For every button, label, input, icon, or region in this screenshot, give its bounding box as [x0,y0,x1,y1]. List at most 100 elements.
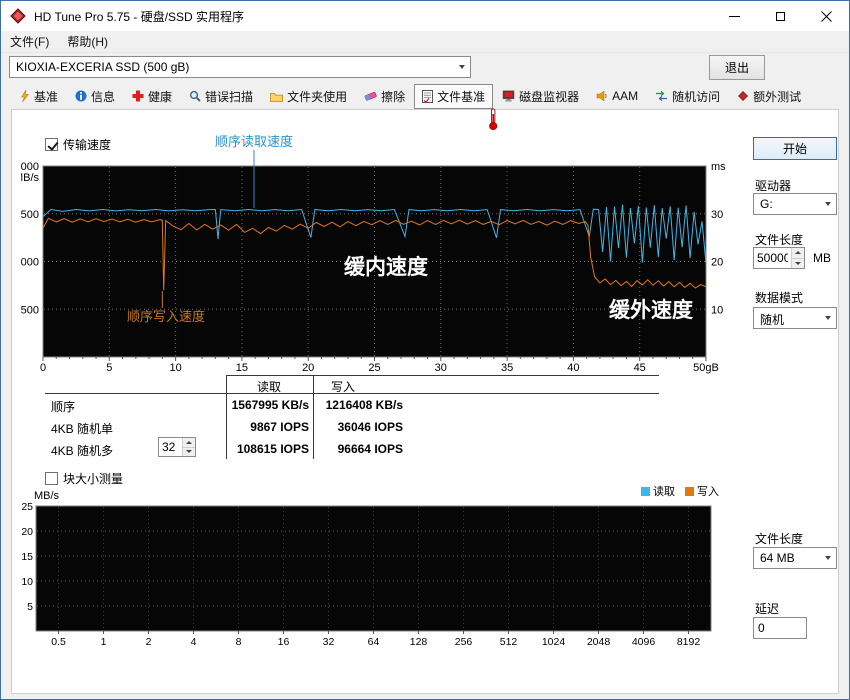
maximize-icon [775,11,785,21]
chevron-down-icon [819,308,836,328]
data-mode-value: 随机 [760,313,785,327]
file-length-label: 文件长度 [755,233,804,247]
latency-field[interactable] [753,617,807,639]
svg-text:20: 20 [711,257,723,269]
svg-text:8: 8 [236,636,242,648]
block-file-length-combo[interactable]: 64 MB [753,547,837,569]
legend-write: 写入 [685,483,719,499]
svg-text:35: 35 [501,362,513,374]
tab-folder-usage[interactable]: 文件夹使用 [262,84,355,109]
file-benchmark-icon [422,89,434,103]
menu-help[interactable]: 帮助(H) [58,30,117,53]
legend-write-swatch [685,486,694,496]
transfer-speed-checkbox[interactable]: 传输速度 [45,136,111,153]
spinner-buttons[interactable] [791,248,804,268]
tab-health[interactable]: 健康 [124,84,180,109]
svg-text:10: 10 [21,576,33,588]
svg-text:1: 1 [101,636,107,648]
tab-label: 文件夹使用 [287,89,348,104]
tab-label: 信息 [91,89,116,104]
svg-text:64: 64 [368,636,380,648]
legend-read-swatch [641,486,650,496]
spinner-buttons[interactable] [182,438,195,456]
svg-text:5: 5 [27,601,33,613]
data-mode-combo[interactable]: 随机 [753,307,837,329]
tab-random-access[interactable]: 随机访问 [647,84,728,109]
close-button[interactable] [803,1,849,31]
folder-icon [270,92,283,102]
menu-file[interactable]: 文件(F) [1,30,58,53]
svg-text:25: 25 [21,501,33,513]
random-access-icon [656,90,668,102]
tab-benchmark[interactable]: 基准 [11,84,66,109]
file-length-spinner[interactable] [753,247,805,269]
svg-text:40: 40 [567,362,579,374]
table-row-label: 4KB 随机单 [51,422,114,436]
drive-select-value: KIOXIA-EXCERIA SSD (500 gB) [16,60,190,74]
tab-error-scan[interactable]: 错误扫描 [181,84,261,109]
thermometer-icon [489,108,498,130]
svg-text:5: 5 [106,362,112,374]
latency-input[interactable] [754,618,806,638]
svg-text:30: 30 [435,362,447,374]
queue-depth-input[interactable] [159,438,182,456]
tab-label: 基准 [34,89,59,104]
extra-tests-icon [738,91,749,101]
svg-text:25: 25 [368,362,380,374]
svg-text:128: 128 [410,636,428,648]
speaker-icon [596,90,607,102]
data-mode-label: 数据模式 [755,291,804,305]
minimize-button[interactable] [711,1,757,31]
svg-text:ms: ms [711,161,726,173]
legend-read: 读取 [641,483,675,499]
drive-combo-value: G: [760,197,773,211]
svg-text:512: 512 [500,636,518,648]
benchmark-icon [21,90,30,102]
magnifier-icon [189,90,201,102]
app-icon [10,8,26,24]
app-window: HD Tune Pro 5.75 - 硬盘/SSD 实用程序 文件(F) 帮助(… [0,0,850,700]
svg-text:10: 10 [711,304,723,316]
drive-combo[interactable]: G: [753,193,837,215]
title-bar: HD Tune Pro 5.75 - 硬盘/SSD 实用程序 [1,1,849,31]
tab-file-benchmark[interactable]: 文件基准 [414,83,494,109]
tab-extra-tests[interactable]: 额外测试 [729,84,809,109]
close-icon [820,10,832,22]
start-button[interactable]: 开始 [753,137,837,160]
block-size-checkbox[interactable]: 块大小测量 [45,470,123,487]
monitor-icon [502,90,515,102]
svg-text:缓外速度: 缓外速度 [609,298,693,322]
table-row-label: 顺序 [51,400,76,414]
tab-info[interactable]: 信息 [67,84,123,109]
tab-erase[interactable]: 擦除 [356,84,413,109]
tab-disk-monitor[interactable]: 磁盘监视器 [494,84,587,109]
tab-label: 文件基准 [437,89,486,104]
tab-label: 额外测试 [753,89,802,104]
svg-text:1000: 1000 [21,257,39,269]
queue-depth-spinner[interactable] [158,437,196,457]
latency-label: 延迟 [755,602,780,616]
table-row-read: 108615 IOPS [236,442,309,456]
window-bottom-edge [1,694,849,699]
svg-text:8192: 8192 [677,636,701,648]
svg-text:MB/s: MB/s [21,172,39,184]
minimize-icon [728,15,740,17]
spin-up-icon [186,440,192,444]
maximize-button[interactable] [757,1,803,31]
table-row-read: 1567995 KB/s [231,398,309,412]
tab-label: 擦除 [381,89,406,104]
spin-down-icon [186,450,192,454]
drive-label: 驱动器 [755,179,792,193]
transfer-speed-chart: 05101520253035404550gB2000MB/s5001000150… [21,134,726,374]
svg-text:32: 32 [323,636,335,648]
svg-text:0.5: 0.5 [51,636,66,648]
svg-text:500: 500 [21,304,39,316]
exit-button[interactable]: 退出 [709,55,765,80]
file-length-input[interactable] [754,248,791,268]
drive-select-combo[interactable]: KIOXIA-EXCERIA SSD (500 gB) [9,56,471,78]
health-cross-icon [132,90,144,102]
spin-down-icon [795,261,801,265]
tab-aam[interactable]: AAM [588,85,646,107]
svg-text:0: 0 [40,362,46,374]
block-file-length-value: 64 MB [760,551,795,565]
